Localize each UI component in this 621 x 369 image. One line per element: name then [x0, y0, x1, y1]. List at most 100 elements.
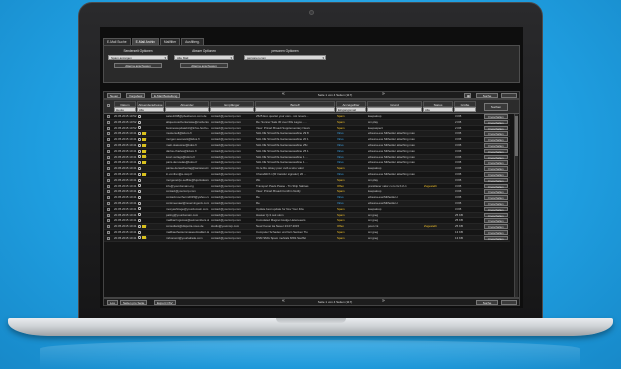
- neuer-button[interactable]: Neuer: [107, 93, 122, 98]
- type-cell: Virus: [337, 131, 344, 136]
- row-checkbox[interactable]: [107, 184, 110, 188]
- row-checkbox[interactable]: [107, 132, 110, 136]
- release-button[interactable]: Freischalten: [484, 229, 508, 235]
- column-filter[interactable]: Alle: [137, 107, 164, 112]
- release-button[interactable]: Freischalten: [484, 125, 508, 130]
- row-checkbox[interactable]: [107, 236, 110, 240]
- row-checkbox[interactable]: [107, 161, 110, 165]
- lock-icon: [137, 224, 141, 228]
- scrollbar-thumb[interactable]: [515, 116, 518, 156]
- column-filter[interactable]: Eingangsmail: [336, 107, 366, 112]
- release-button[interactable]: Freischalten: [484, 212, 508, 217]
- row-checkbox[interactable]: [107, 190, 110, 194]
- search-button[interactable]: Suche: [476, 300, 498, 305]
- date-text: 20.05.2015 10:41: [114, 142, 137, 147]
- release-button[interactable]: Freischalten: [484, 119, 508, 125]
- row-checkbox[interactable]: [107, 143, 110, 147]
- next-page-button[interactable]: »: [382, 299, 385, 304]
- date-text: 20.05.2015 10:41: [114, 189, 137, 194]
- date-text: 20.05.2015 10:41: [114, 195, 137, 200]
- mail-bestellung-button[interactable]: E-Mail Bestellung: [151, 93, 181, 98]
- row-checkbox[interactable]: [107, 178, 110, 182]
- release-button[interactable]: Freischalten: [484, 142, 508, 148]
- release-button[interactable]: Freischalten: [484, 114, 508, 119]
- release-button[interactable]: Freischalten: [484, 137, 508, 142]
- release-button[interactable]: Freischalten: [484, 189, 508, 194]
- column-filter[interactable]: [210, 107, 254, 112]
- release-button[interactable]: Freischalten: [484, 171, 508, 177]
- column-filter[interactable]: Alle: [423, 107, 453, 112]
- select-value: Alle Mail: [177, 56, 189, 60]
- row-checkbox[interactable]: [107, 213, 110, 217]
- row-checkbox[interactable]: [107, 126, 110, 130]
- row-checkbox[interactable]: [107, 149, 110, 153]
- release-button[interactable]: Freischalten: [484, 206, 508, 212]
- tab-1[interactable]: E-Mail Archiv: [131, 38, 159, 45]
- subject-cell: Cheraßtfch i (IR transfer signatur) 20 .…: [256, 171, 307, 176]
- lock-icon: [137, 126, 141, 130]
- date-cell: 20.05.2015 10:41: [114, 213, 147, 218]
- sender-option-select[interactable]: Spam anzeigen ▾: [108, 55, 168, 60]
- export-csv-button[interactable]: Export CSV: [154, 300, 176, 305]
- release-button[interactable]: Freischalten: [484, 160, 508, 165]
- release-button[interactable]: Freischalten: [484, 131, 508, 136]
- search-input[interactable]: [501, 300, 517, 305]
- row-checkbox[interactable]: [107, 201, 110, 205]
- row-checkbox[interactable]: [107, 207, 110, 211]
- release-button[interactable]: Freischalten: [484, 177, 508, 183]
- row-checkbox[interactable]: [107, 167, 110, 171]
- column-filter[interactable]: [255, 107, 335, 112]
- release-button[interactable]: Freischalten: [484, 166, 508, 171]
- grid-icon[interactable]: ▦: [464, 93, 471, 98]
- search-button[interactable]: Suche: [476, 93, 498, 98]
- row-checkbox[interactable]: [107, 115, 110, 118]
- release-button[interactable]: Freischalten: [484, 148, 508, 154]
- release-button[interactable]: Freischalten: [484, 183, 508, 188]
- absser-apply-button[interactable]: Alterna anschuwen: [180, 63, 228, 68]
- reason-cell: keepaloop: [368, 189, 382, 194]
- tab-3[interactable]: Ausfilterg.: [181, 38, 204, 45]
- sender-apply-button[interactable]: Alterna anschuwen: [114, 63, 162, 68]
- search-input[interactable]: [501, 93, 517, 98]
- date-cell: 20.05.2015 10:41S.I: [114, 131, 147, 136]
- sender-cell: mrkonomt@yourtalrade.com: [166, 235, 203, 240]
- vorgabe-button[interactable]: Vorgabesl: [126, 93, 146, 98]
- row-checkbox[interactable]: [107, 196, 110, 200]
- attachment-icon: [141, 155, 146, 159]
- row-checkbox[interactable]: [107, 225, 110, 229]
- row-checkbox[interactable]: [107, 138, 110, 142]
- column-filter[interactable]: [454, 107, 476, 112]
- tab-2[interactable]: Mailfilter: [159, 38, 181, 45]
- release-button[interactable]: Freischalten: [484, 224, 508, 229]
- personen-option-select[interactable]: personen.com ▾: [244, 55, 326, 60]
- recipient-cell: contact@yourcorp.com: [211, 148, 241, 153]
- go-button[interactable]: Los: [107, 300, 118, 305]
- release-button[interactable]: Freischalten: [484, 200, 508, 206]
- row-checkbox[interactable]: [107, 172, 110, 176]
- vertical-scrollbar[interactable]: [514, 114, 518, 297]
- column-filter[interactable]: [367, 107, 422, 112]
- release-button[interactable]: Freischalten: [484, 195, 508, 200]
- subject-cell: SHL DE Stroschfa Gartenaussabine 20 1: [256, 137, 309, 142]
- sender-cell: main.stasusrav@kdos.fr: [166, 142, 198, 147]
- per-page-button[interactable]: Seiten pro Seite: [120, 300, 148, 305]
- absser-option-select[interactable]: Alle Mail ▾: [174, 55, 234, 60]
- release-button[interactable]: Freischalten: [484, 154, 508, 159]
- select-all-checkbox[interactable]: [107, 104, 110, 107]
- row-checkbox[interactable]: [107, 219, 110, 223]
- tab-0[interactable]: E-Mail Suche: [103, 38, 131, 45]
- next-page-button[interactable]: »: [382, 92, 385, 97]
- date-cell: 20.05.2015 10:41: [114, 195, 147, 200]
- date-cell: 20.05.2015 10:41S.I: [114, 160, 147, 165]
- row-checkbox[interactable]: [107, 155, 110, 159]
- row-checkbox[interactable]: [107, 120, 110, 124]
- table-row[interactable]: 20.05.2015 10:41Offr mrkonomt@yourtalrade…: [104, 235, 510, 242]
- release-button[interactable]: Freischalten: [484, 218, 508, 223]
- sender-cell: morgen.seusvant@kdos.fr: [166, 137, 200, 142]
- size-cell: 25 KB: [455, 224, 463, 229]
- search-button[interactable]: Suchen: [484, 103, 508, 111]
- column-filter[interactable]: [165, 107, 209, 112]
- column-filter[interactable]: Heute: [114, 107, 136, 112]
- release-button[interactable]: Freischalten: [484, 235, 508, 241]
- row-checkbox[interactable]: [107, 230, 110, 234]
